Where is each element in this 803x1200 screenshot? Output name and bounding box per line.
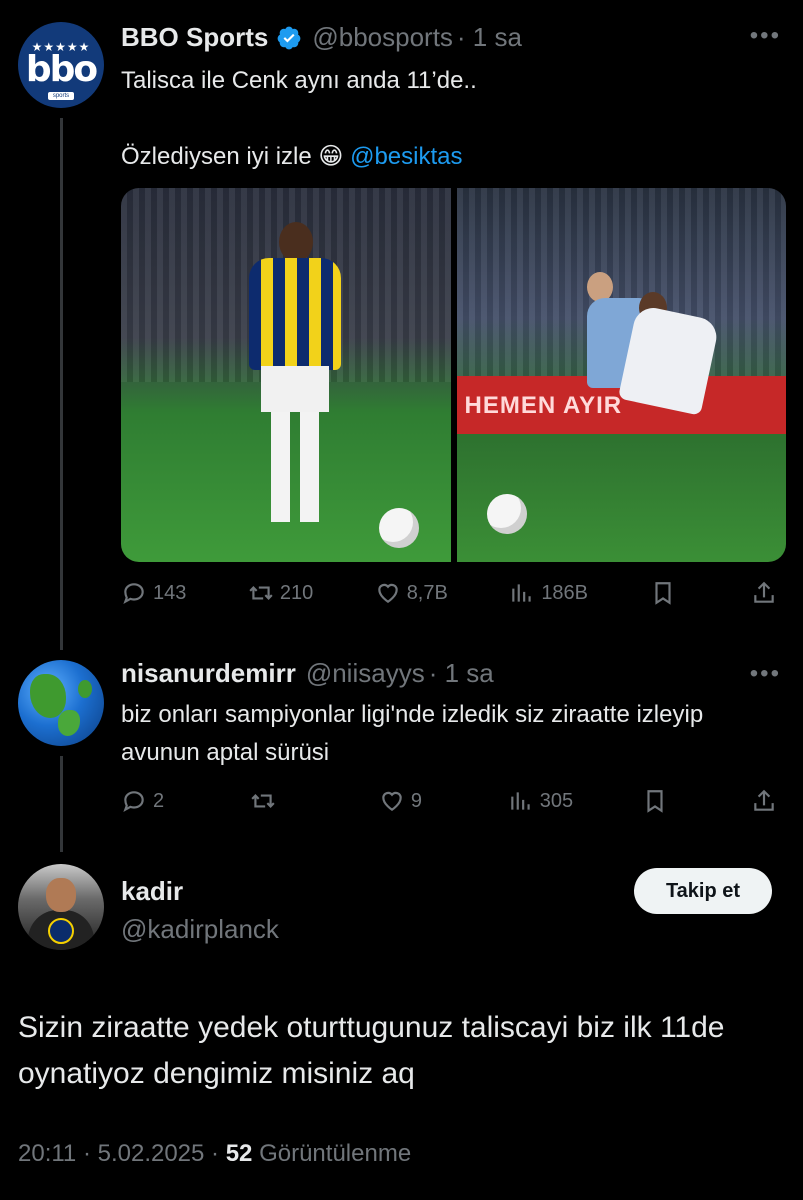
follow-button[interactable]: Takip et — [634, 868, 772, 914]
like-icon — [382, 791, 402, 811]
like-count: 8,7B — [406, 581, 448, 604]
reply-count: 143 — [153, 581, 187, 604]
tweet-time[interactable]: · 1 sa — [457, 22, 522, 53]
views-count: 305 — [539, 789, 574, 812]
author-handle[interactable]: @niisayys — [306, 658, 425, 689]
share-icon — [754, 581, 774, 603]
tweet-line: Talisca ile Cenk aynı anda 11’de.. — [121, 67, 477, 94]
views-icon — [511, 792, 530, 810]
share-button[interactable] — [751, 580, 781, 606]
globe-land — [58, 710, 80, 736]
media-photo-1[interactable] — [121, 188, 451, 562]
tweet2-header: nisanurdemirr @niisayys · 1 sa — [121, 658, 494, 689]
bookmark-icon — [654, 582, 671, 605]
reply-button[interactable]: 143 — [121, 580, 186, 606]
bookmark-button[interactable] — [650, 580, 690, 606]
like-count: 9 — [410, 789, 422, 812]
more-icon[interactable]: ••• — [750, 660, 781, 688]
more-icon[interactable]: ••• — [750, 22, 781, 50]
avatar-face — [46, 878, 76, 912]
avatar-logo-text: bbo — [25, 49, 98, 90]
avatar-bbo-sports[interactable]: ★★★★★ bbo sports — [18, 22, 104, 108]
author-name[interactable]: BBO Sports — [121, 22, 268, 53]
like-icon — [377, 583, 398, 603]
tweet1-text: Talisca ile Cenk aynı anda 11’de.. Özled… — [121, 62, 761, 176]
reply-icon — [123, 583, 144, 605]
views-button[interactable]: 305 — [508, 788, 573, 814]
avatar-tag: sports — [48, 92, 74, 100]
globe-land — [78, 680, 92, 698]
retweet-icon — [251, 794, 275, 808]
tweet-line-text: Özlediysen iyi izle 😁 — [121, 143, 344, 170]
avatar-kadir[interactable] — [18, 864, 104, 950]
player-head — [279, 222, 313, 262]
tweet2-text: biz onları sampiyonlar ligi'nde izledik … — [121, 701, 704, 766]
like-button[interactable]: 8,7B — [375, 580, 448, 606]
author-handle[interactable]: @kadirplanck — [121, 914, 279, 945]
views-icon — [512, 584, 531, 602]
thread-line-2 — [60, 756, 63, 852]
globe-land — [30, 674, 66, 718]
retweet-button[interactable]: 210 — [248, 580, 313, 606]
tweet2-actions: 2 9 305 — [121, 788, 781, 814]
share-icon — [754, 789, 774, 811]
tweet-line: Özlediysen iyi izle 😁 @besiktas — [121, 138, 761, 176]
ad-text: HEMEN AYIR — [464, 392, 623, 419]
author-name[interactable]: nisanurdemirr — [121, 658, 296, 689]
retweet-icon — [249, 586, 273, 600]
thread-line-1 — [60, 118, 63, 650]
mention-link[interactable]: @besiktas — [350, 143, 462, 170]
views-button[interactable]: 186B — [509, 580, 588, 606]
reply-count: 2 — [153, 789, 165, 812]
reply-icon — [123, 791, 144, 813]
tweet-time[interactable]: · 1 sa — [429, 658, 494, 689]
football — [486, 494, 527, 534]
player-shorts — [261, 366, 329, 412]
retweet-button[interactable] — [250, 788, 310, 814]
tweet3-text: Sizin ziraatte yedek oturttugunuz talisc… — [18, 1011, 725, 1090]
author-handle[interactable]: @bbosports — [312, 22, 453, 53]
football — [379, 508, 419, 548]
tweet1-header: BBO Sports @bbosports · 1 sa — [121, 22, 522, 53]
bookmark-icon — [647, 790, 663, 813]
tweet-meta: 20:11 · 5.02.2025 · 52 Görüntülenme — [18, 1140, 411, 1168]
media-photo-2[interactable]: HEMEN AYIR — [456, 188, 786, 562]
player-legs — [271, 412, 319, 522]
player-shirt — [249, 258, 341, 370]
verified-icon — [277, 26, 301, 49]
tweet-timestamp[interactable]: 20:11 · 5.02.2025 · — [18, 1140, 226, 1167]
like-button[interactable]: 9 — [379, 788, 439, 814]
views-count: 186B — [541, 581, 589, 604]
views-label: Görüntülenme — [252, 1140, 412, 1167]
avatar-nisanurdemirr[interactable] — [18, 660, 104, 746]
reply-button[interactable]: 2 — [121, 788, 181, 814]
bookmark-button[interactable] — [642, 788, 682, 814]
tweet1-actions: 143 210 8,7B 186B — [121, 580, 781, 606]
retweet-count: 210 — [279, 581, 314, 604]
share-button[interactable] — [751, 788, 781, 814]
tweet-media[interactable]: HEMEN AYIR — [121, 188, 786, 562]
views-count: 52 — [225, 1140, 253, 1167]
author-name[interactable]: kadir — [121, 876, 183, 907]
tweet3-name-row: kadir — [121, 876, 183, 907]
tweet3-handle-row: @kadirplanck — [121, 914, 279, 945]
avatar-badge — [48, 918, 74, 944]
